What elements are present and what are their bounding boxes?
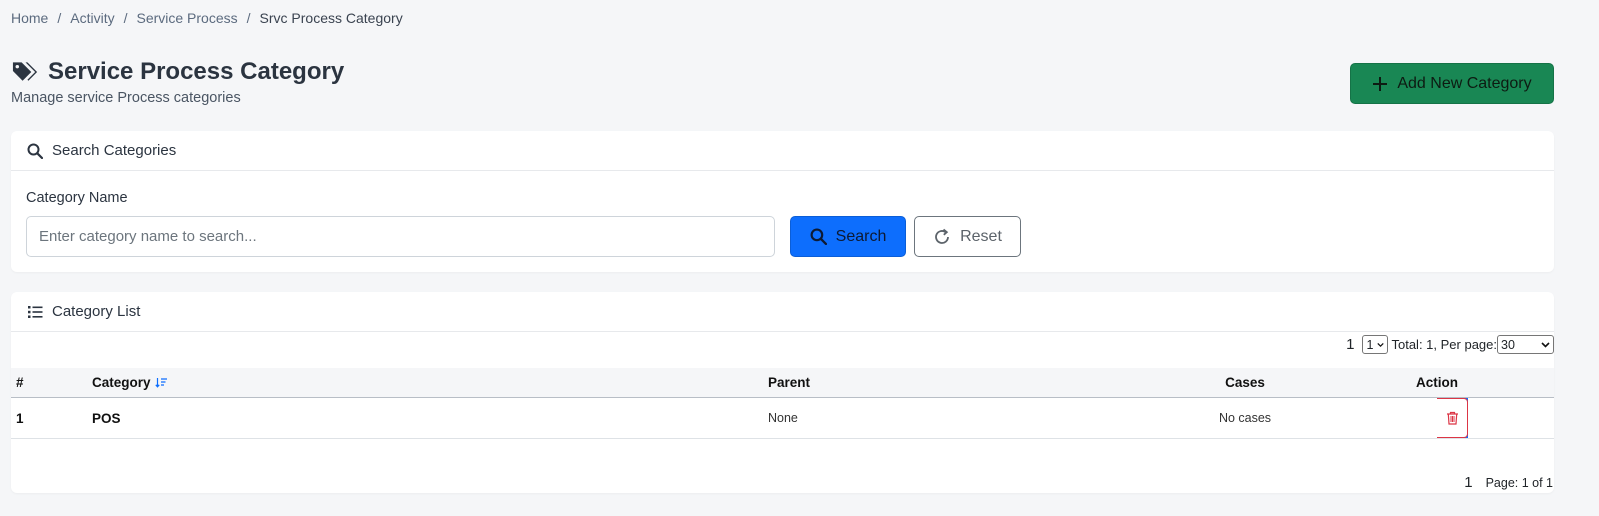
per-page-select[interactable]: 30	[1497, 335, 1554, 354]
breadcrumb-service-process[interactable]: Service Process	[136, 10, 237, 26]
refresh-icon	[935, 228, 949, 244]
search-card-header: Search Categories	[11, 131, 1554, 171]
add-new-category-label: Add New Category	[1397, 74, 1532, 92]
search-button[interactable]: Search	[790, 216, 906, 257]
trash-icon	[1446, 411, 1458, 425]
page-select-value: 1	[1366, 337, 1374, 352]
chevron-down-icon	[1377, 342, 1385, 347]
search-icon	[27, 143, 43, 159]
page-info: Page: 1 of 1	[1485, 475, 1553, 490]
column-header-category-label: Category	[92, 375, 151, 390]
page-title-row: Service Process Category	[11, 58, 344, 86]
breadcrumb-separator: /	[57, 10, 62, 26]
reset-button[interactable]: Reset	[914, 216, 1021, 257]
breadcrumb-home[interactable]: Home	[11, 10, 48, 26]
row-category: POS	[92, 410, 121, 426]
page-header: Service Process Category Manage service …	[11, 58, 344, 106]
row-actions	[1387, 398, 1487, 438]
column-header-category[interactable]: Category	[92, 368, 168, 397]
row-num: 1	[16, 410, 24, 426]
breadcrumb-separator: /	[123, 10, 128, 26]
category-name-input[interactable]	[26, 216, 775, 257]
sort-icon[interactable]	[154, 377, 168, 388]
category-list-header: Category List	[11, 292, 1554, 332]
delete-button[interactable]	[1437, 398, 1468, 438]
pager-bottom: 1 Page: 1 of 1	[1464, 474, 1553, 491]
column-header-cases: Cases	[1225, 375, 1265, 390]
search-icon	[810, 228, 827, 245]
pager-summary: Total: 1, Per page:	[1391, 337, 1497, 352]
reset-button-label: Reset	[960, 227, 1002, 245]
page-title: Service Process Category	[48, 58, 345, 85]
category-list-card: Category List 1 1 Total: 1, Per page: 30…	[11, 292, 1554, 493]
bottom-page-number[interactable]: 1	[1464, 474, 1472, 491]
tags-icon	[12, 62, 38, 81]
row-cases: No cases	[1218, 411, 1272, 425]
breadcrumb-activity[interactable]: Activity	[70, 10, 114, 26]
table-row: 1 POS None No cases	[11, 398, 1554, 439]
add-new-category-button[interactable]: Add New Category	[1350, 63, 1554, 104]
column-header-action: Action	[1416, 375, 1458, 390]
current-page-number[interactable]: 1	[1346, 336, 1354, 353]
category-name-label: Category Name	[26, 190, 128, 206]
per-page-value: 30	[1501, 337, 1515, 352]
column-header-num: #	[16, 375, 24, 390]
chevron-down-icon	[1541, 341, 1550, 348]
search-button-label: Search	[835, 227, 887, 245]
category-list-title: Category List	[52, 303, 141, 320]
plus-icon	[1373, 76, 1388, 91]
column-header-parent: Parent	[768, 375, 811, 390]
breadcrumb-separator: /	[246, 10, 251, 26]
breadcrumb-current: Srvc Process Category	[259, 10, 403, 26]
page-select[interactable]: 1	[1362, 335, 1389, 354]
breadcrumb: Home / Activity / Service Process / Srvc…	[11, 10, 403, 26]
table-header: # Category Parent Cases Action	[11, 368, 1554, 398]
search-card-title: Search Categories	[52, 142, 177, 159]
search-card: Search Categories Category Name Search R…	[11, 131, 1554, 272]
list-icon	[28, 305, 43, 318]
row-parent: None	[768, 411, 798, 425]
pager-top: 1 1 Total: 1, Per page: 30	[1346, 332, 1554, 357]
page-subtitle: Manage service Process categories	[11, 90, 241, 106]
